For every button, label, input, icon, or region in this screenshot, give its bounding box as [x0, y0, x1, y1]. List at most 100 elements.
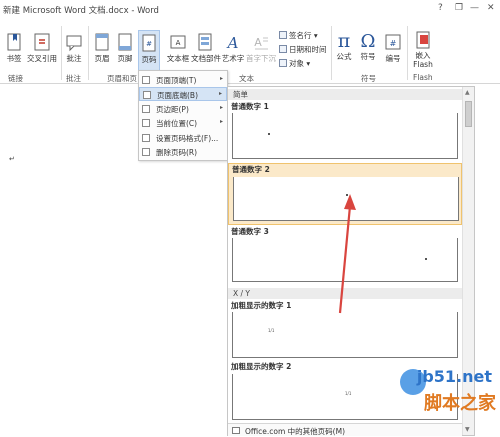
object-icon	[279, 59, 287, 67]
datetime-button[interactable]: 日期和时间	[279, 44, 327, 55]
bookmark-button[interactable]: 书签	[4, 32, 24, 64]
menu-item-label: 页边距(P)	[156, 105, 189, 114]
bookmark-label: 书签	[6, 54, 22, 63]
close-button[interactable]: ✕	[487, 3, 495, 13]
gallery-item-label: 普通数字 1	[231, 102, 269, 111]
page-number-dot	[425, 258, 427, 260]
menu-item-label: 页面底端(B)	[157, 91, 198, 100]
menu-item-page-margins[interactable]: 页边距(P) ▸	[139, 102, 227, 116]
chevron-right-icon: ▸	[219, 75, 223, 82]
equation-button[interactable]: π 公式	[334, 30, 354, 62]
crossref-label: 交叉引用	[27, 54, 57, 63]
pagenumber-menu: 页面顶端(T) ▸ 页面底端(B) ▸ 页边距(P) ▸ 当前位置(C) ▸ 设…	[138, 70, 228, 161]
page-number-mini: 1/1	[345, 391, 352, 396]
svg-text:A: A	[176, 39, 181, 47]
watermark-brand: 脚本之家	[424, 393, 496, 414]
gallery-item-label: 普通数字 3	[231, 227, 269, 236]
object-button[interactable]: 对象 ▾	[279, 58, 310, 69]
calendar-icon	[279, 45, 287, 53]
group-separator	[88, 26, 89, 80]
watermark-site: jb51.net	[416, 367, 492, 386]
textbox-button[interactable]: A 文本框	[166, 32, 190, 64]
crossref-icon	[34, 33, 50, 51]
group-label-text: 文本	[239, 74, 254, 83]
svg-text:Ω: Ω	[361, 31, 376, 50]
header-icon	[95, 33, 109, 51]
help-button[interactable]: ?	[438, 3, 443, 13]
current-position-icon	[142, 119, 150, 127]
datetime-label: 日期和时间	[289, 45, 327, 54]
group-label-links: 链接	[8, 74, 23, 83]
comment-icon	[66, 35, 82, 52]
restore-button[interactable]: ❐	[455, 3, 463, 13]
menu-item-label: 当前位置(C)	[156, 119, 198, 128]
page-margin-icon	[142, 105, 150, 113]
embed-flash-button[interactable]: 嵌入 Flash	[411, 30, 435, 69]
chevron-right-icon: ▸	[219, 104, 223, 111]
equation-label: 公式	[336, 52, 352, 61]
chevron-right-icon: ▸	[219, 118, 223, 125]
gallery-item-label: 加粗显示的数字 2	[231, 362, 292, 371]
bookmark-icon	[7, 33, 21, 51]
object-label: 对象	[289, 59, 304, 68]
page-number-mini: 1/1	[268, 328, 275, 333]
footer-icon	[118, 33, 132, 51]
remove-icon	[142, 148, 150, 156]
group-separator	[331, 26, 332, 80]
textbox-label: 文本框	[166, 54, 190, 63]
wordart-button[interactable]: A 艺术字	[221, 32, 245, 64]
scrollbar-thumb[interactable]	[465, 101, 472, 127]
header-button[interactable]: 页眉	[92, 32, 112, 64]
gallery-section-simple: 简单	[228, 89, 462, 100]
svg-text:π: π	[338, 30, 351, 50]
ribbon-insert: 书签 交叉引用 批注 页眉 页脚 # 页码 页眉和页 链接 批注 A 文本框 文…	[0, 20, 500, 84]
signature-line-button[interactable]: 签名行 ▾	[279, 30, 318, 41]
signature-icon	[279, 31, 287, 39]
wordart-label: 艺术字	[221, 54, 245, 63]
group-label-symbols: 符号	[361, 74, 376, 83]
omega-icon: Ω	[361, 31, 376, 50]
textbox-icon: A	[170, 35, 186, 49]
menu-item-current-position[interactable]: 当前位置(C) ▸	[139, 116, 227, 130]
symbol-label: 符号	[360, 52, 376, 61]
minimize-button[interactable]: —	[470, 3, 479, 13]
embed-flash-label: 嵌入 Flash	[413, 51, 433, 69]
annotation-arrow	[338, 194, 356, 314]
svg-text:A: A	[226, 34, 239, 52]
window-title: 新建 Microsoft Word 文档.docx - Word	[3, 6, 159, 16]
menu-item-top-of-page[interactable]: 页面顶端(T) ▸	[139, 73, 227, 87]
header-label: 页眉	[94, 54, 110, 63]
group-separator	[407, 26, 408, 80]
menu-item-remove-page-numbers[interactable]: 删除页码(R)	[139, 145, 227, 159]
crossref-button[interactable]: 交叉引用	[26, 32, 58, 64]
chevron-right-icon: ▸	[218, 90, 222, 97]
number-label: 编号	[385, 54, 401, 63]
page-preview: 1/1	[232, 312, 458, 358]
dropcap-button[interactable]: A 首字下沉	[246, 32, 276, 64]
number-button[interactable]: # 编号	[383, 32, 403, 64]
quickparts-button[interactable]: 文档部件	[191, 32, 221, 64]
menu-item-bottom-of-page[interactable]: 页面底端(B) ▸	[139, 87, 227, 101]
menu-item-format-page-numbers[interactable]: 设置页码格式(F)...	[139, 131, 227, 145]
paragraph-mark: ↵	[9, 155, 15, 163]
page-top-icon	[142, 76, 150, 84]
menu-item-label: 页面顶端(T)	[156, 76, 197, 85]
comment-label: 批注	[66, 54, 82, 63]
format-icon	[142, 134, 150, 142]
comment-button[interactable]: 批注	[64, 32, 84, 64]
group-separator	[61, 26, 62, 80]
number-icon: #	[385, 34, 401, 50]
scroll-up-icon[interactable]: ▲	[465, 89, 470, 96]
dropcap-icon: A	[254, 36, 268, 50]
symbol-button[interactable]: Ω 符号	[358, 30, 378, 62]
quickparts-icon	[198, 33, 212, 51]
signature-label: 签名行	[289, 31, 312, 40]
wordart-icon: A	[226, 34, 239, 52]
watermark: jb51.net 脚本之家	[398, 367, 498, 433]
gallery-item-plain-number-1[interactable]: 普通数字 1	[228, 101, 462, 163]
svg-text:A: A	[254, 36, 262, 49]
pagenumber-button[interactable]: # 页码	[138, 30, 160, 72]
svg-text:#: #	[146, 40, 152, 48]
page-preview	[232, 113, 458, 159]
footer-button[interactable]: 页脚	[115, 32, 135, 64]
